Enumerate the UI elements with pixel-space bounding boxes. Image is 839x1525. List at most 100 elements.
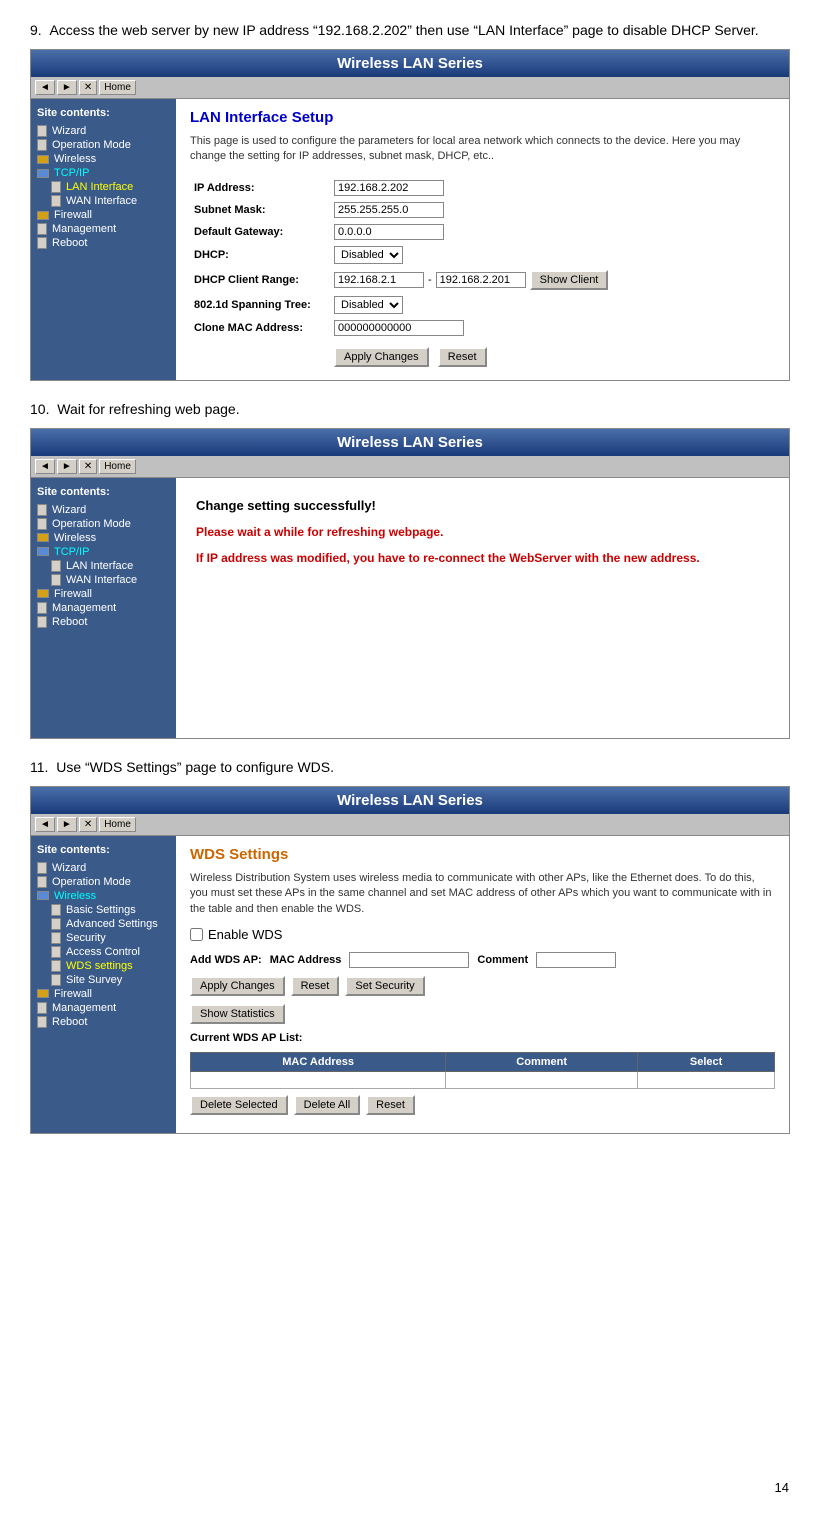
wds-btn-row1: Apply Changes Reset Set Security [190,976,775,996]
back-btn[interactable]: ◄ [35,80,55,95]
sidebar-item-tcpip-1[interactable]: TCP/IP [37,167,170,179]
sidebar-link-reboot-3[interactable]: Reboot [52,1016,87,1028]
sidebar-item-opmode-3[interactable]: Operation Mode [37,876,170,888]
sidebar-item-lan-1[interactable]: LAN Interface [37,181,170,193]
ip-input[interactable] [334,180,444,196]
sidebar-item-basic-3[interactable]: Basic Settings [37,904,170,916]
sidebar-item-firewall-1[interactable]: Firewall [37,209,170,221]
enable-wds-checkbox[interactable] [190,928,203,941]
sidebar-item-wizard-2[interactable]: Wizard [37,504,170,516]
sidebar-link-basic-3[interactable]: Basic Settings [66,904,136,916]
forward-btn-2[interactable]: ► [57,459,77,474]
sidebar-item-mgmt-1[interactable]: Management [37,223,170,235]
back-btn-2[interactable]: ◄ [35,459,55,474]
wds-show-stats-btn[interactable]: Show Statistics [190,1004,285,1024]
lan-reset-btn[interactable]: Reset [438,347,487,367]
browser-toolbar-1: ◄ ► ✕ Home [31,77,789,99]
sidebar-link-security-3[interactable]: Security [66,932,106,944]
sidebar-item-wizard-3[interactable]: Wizard [37,862,170,874]
sidebar-item-access-3[interactable]: Access Control [37,946,170,958]
sidebar-item-opmode-1[interactable]: Operation Mode [37,139,170,151]
folder-icon-3b [37,989,49,998]
spanning-select[interactable]: Disabled Enabled [334,296,403,314]
sidebar-item-opmode-2[interactable]: Operation Mode [37,518,170,530]
sidebar-item-mgmt-3[interactable]: Management [37,1002,170,1014]
sidebar-link-wan-2[interactable]: WAN Interface [66,574,137,586]
sidebar-item-lan-2[interactable]: LAN Interface [37,560,170,572]
sidebar-item-tcpip-2[interactable]: TCP/IP [37,546,170,558]
dhcp-select[interactable]: Disabled Enabled [334,246,403,264]
mac-address-input[interactable] [349,952,469,968]
stop-btn-3[interactable]: ✕ [79,817,97,832]
sidebar-link-mgmt-3[interactable]: Management [52,1002,116,1014]
sidebar-item-wds-3[interactable]: WDS settings [37,960,170,972]
wds-delete-all-btn[interactable]: Delete All [294,1095,360,1115]
sidebar-item-firewall-3[interactable]: Firewall [37,988,170,1000]
dhcp-label: DHCP: [190,243,330,267]
sidebar-link-wireless-1[interactable]: Wireless [54,153,96,165]
dhcp-start-input[interactable] [334,272,424,288]
sidebar-item-reboot-1[interactable]: Reboot [37,237,170,249]
lan-apply-btn[interactable]: Apply Changes [334,347,429,367]
sidebar-link-wizard-2[interactable]: Wizard [52,504,86,516]
back-btn-3[interactable]: ◄ [35,817,55,832]
wds-table-reset-btn[interactable]: Reset [366,1095,415,1115]
clone-mac-input[interactable] [334,320,464,336]
sidebar-item-survey-3[interactable]: Site Survey [37,974,170,986]
home-btn[interactable]: Home [99,80,136,95]
sidebar-item-wizard-1[interactable]: Wizard [37,125,170,137]
sidebar-item-security-3[interactable]: Security [37,932,170,944]
sidebar-link-opmode-1[interactable]: Operation Mode [52,139,131,151]
sidebar-link-firewall-3[interactable]: Firewall [54,988,92,1000]
dhcp-range-container: - Show Client [334,270,771,290]
sidebar-link-wan-1[interactable]: WAN Interface [66,195,137,207]
stop-btn[interactable]: ✕ [79,80,97,95]
sidebar-link-wizard-3[interactable]: Wizard [52,862,86,874]
wds-reset-btn[interactable]: Reset [291,976,340,996]
sidebar-link-access-3[interactable]: Access Control [66,946,140,958]
sidebar-link-firewall-1[interactable]: Firewall [54,209,92,221]
sidebar-item-wan-1[interactable]: WAN Interface [37,195,170,207]
sidebar-item-firewall-2[interactable]: Firewall [37,588,170,600]
subnet-input[interactable] [334,202,444,218]
sidebar-item-mgmt-2[interactable]: Management [37,602,170,614]
sidebar-link-tcpip-1[interactable]: TCP/IP [54,167,89,179]
dhcp-end-input[interactable] [436,272,526,288]
sidebar-link-advanced-3[interactable]: Advanced Settings [66,918,158,930]
stop-btn-2[interactable]: ✕ [79,459,97,474]
wds-delete-selected-btn[interactable]: Delete Selected [190,1095,288,1115]
forward-btn[interactable]: ► [57,80,77,95]
sidebar-item-reboot-3[interactable]: Reboot [37,1016,170,1028]
show-client-btn[interactable]: Show Client [530,270,609,290]
sidebar-link-wds-3[interactable]: WDS settings [66,960,133,972]
sidebar-link-reboot-1[interactable]: Reboot [52,237,87,249]
sidebar-link-tcpip-2[interactable]: TCP/IP [54,546,89,558]
sidebar-link-reboot-2[interactable]: Reboot [52,616,87,628]
sidebar-item-reboot-2[interactable]: Reboot [37,616,170,628]
wds-apply-btn[interactable]: Apply Changes [190,976,285,996]
sidebar-link-lan-2[interactable]: LAN Interface [66,560,133,572]
sidebar-link-mgmt-1[interactable]: Management [52,223,116,235]
sidebar-item-advanced-3[interactable]: Advanced Settings [37,918,170,930]
sidebar-link-mgmt-2[interactable]: Management [52,602,116,614]
comment-input[interactable] [536,952,616,968]
sidebar-link-opmode-3[interactable]: Operation Mode [52,876,131,888]
forward-btn-3[interactable]: ► [57,817,77,832]
sidebar-item-wireless-2[interactable]: Wireless [37,532,170,544]
sidebar-item-wan-2[interactable]: WAN Interface [37,574,170,586]
home-btn-3[interactable]: Home [99,817,136,832]
gateway-input[interactable] [334,224,444,240]
sidebar-link-firewall-2[interactable]: Firewall [54,588,92,600]
home-btn-2[interactable]: Home [99,459,136,474]
sidebar-link-wizard-1[interactable]: Wizard [52,125,86,137]
lan-page-desc: This page is used to configure the param… [190,134,775,165]
sidebar-item-wireless-1[interactable]: Wireless [37,153,170,165]
sidebar-link-survey-3[interactable]: Site Survey [66,974,122,986]
sidebar-item-wireless-3[interactable]: Wireless [37,890,170,902]
sidebar2-title: Site contents: [37,486,170,498]
sidebar-link-opmode-2[interactable]: Operation Mode [52,518,131,530]
sidebar-link-lan-1[interactable]: LAN Interface [66,181,133,193]
wds-set-security-btn[interactable]: Set Security [345,976,424,996]
sidebar-link-wireless-3[interactable]: Wireless [54,890,96,902]
sidebar-link-wireless-2[interactable]: Wireless [54,532,96,544]
